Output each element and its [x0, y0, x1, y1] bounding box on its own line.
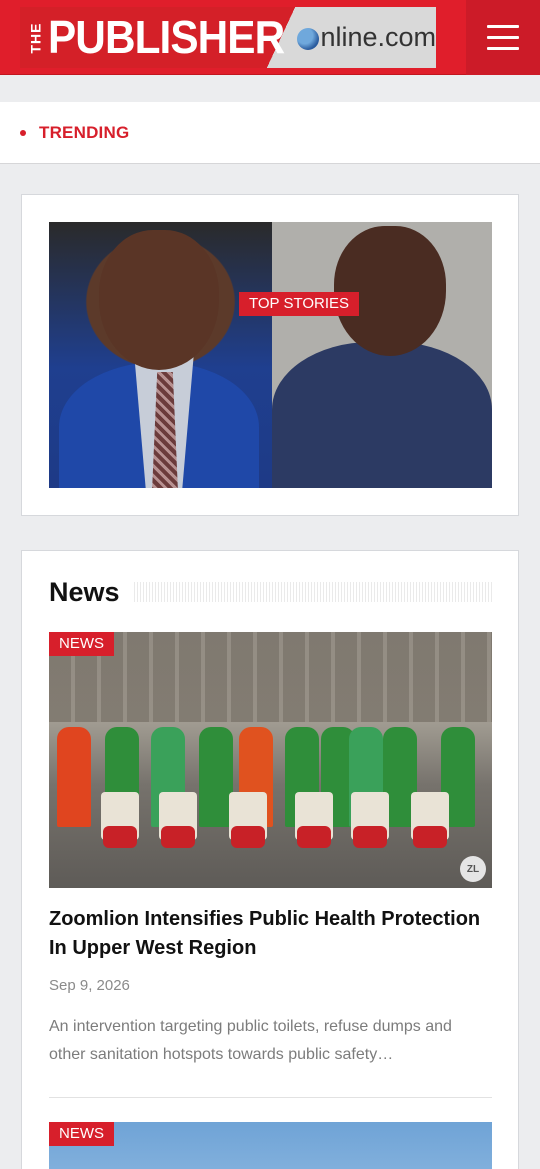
logo-publisher-text: PUBLISHER [48, 11, 285, 63]
globe-icon [297, 27, 320, 50]
photo-right-person [272, 222, 492, 488]
section-title: News [49, 576, 120, 607]
article-excerpt: An intervention targeting public toilets… [49, 1018, 452, 1063]
top-stories-card: TOP STORIES [21, 194, 519, 516]
logo-online-block: nline.com [295, 7, 436, 68]
news-heading-row: News [49, 573, 492, 611]
top-story-image[interactable]: TOP STORIES [49, 222, 492, 488]
next-article-image[interactable] [49, 1122, 492, 1169]
top-stories-tag[interactable]: TOP STORIES [239, 292, 360, 316]
photo-left-person [49, 222, 272, 488]
article-image[interactable]: ZL [49, 632, 492, 888]
trending-bar[interactable]: TRENDING [0, 102, 540, 164]
hamburger-menu-icon [487, 25, 519, 28]
site-logo[interactable]: THE PUBLISHER nline.com [20, 7, 436, 68]
trending-label: TRENDING [39, 122, 130, 142]
heading-decoration [133, 582, 492, 602]
news-category-tag[interactable]: NEWS [49, 632, 114, 656]
article-divider [49, 1097, 492, 1098]
watermark-logo: ZL [460, 856, 486, 882]
news-section-card: News ZL NEWS Zoomlion Intensifies Public… [21, 550, 519, 1169]
article-date: Sep 9, 2026 [49, 977, 130, 994]
logo-red-block: THE PUBLISHER [20, 7, 285, 68]
hamburger-menu-button[interactable] [466, 0, 540, 75]
logo-the: THE [27, 22, 43, 54]
bullet-icon [20, 129, 26, 136]
news-category-tag-2[interactable]: NEWS [49, 1122, 114, 1146]
site-header: THE PUBLISHER nline.com [0, 0, 540, 75]
logo-online-text: nline.com [320, 22, 436, 52]
article-title[interactable]: Zoomlion Intensifies Public Health Prote… [49, 905, 492, 963]
